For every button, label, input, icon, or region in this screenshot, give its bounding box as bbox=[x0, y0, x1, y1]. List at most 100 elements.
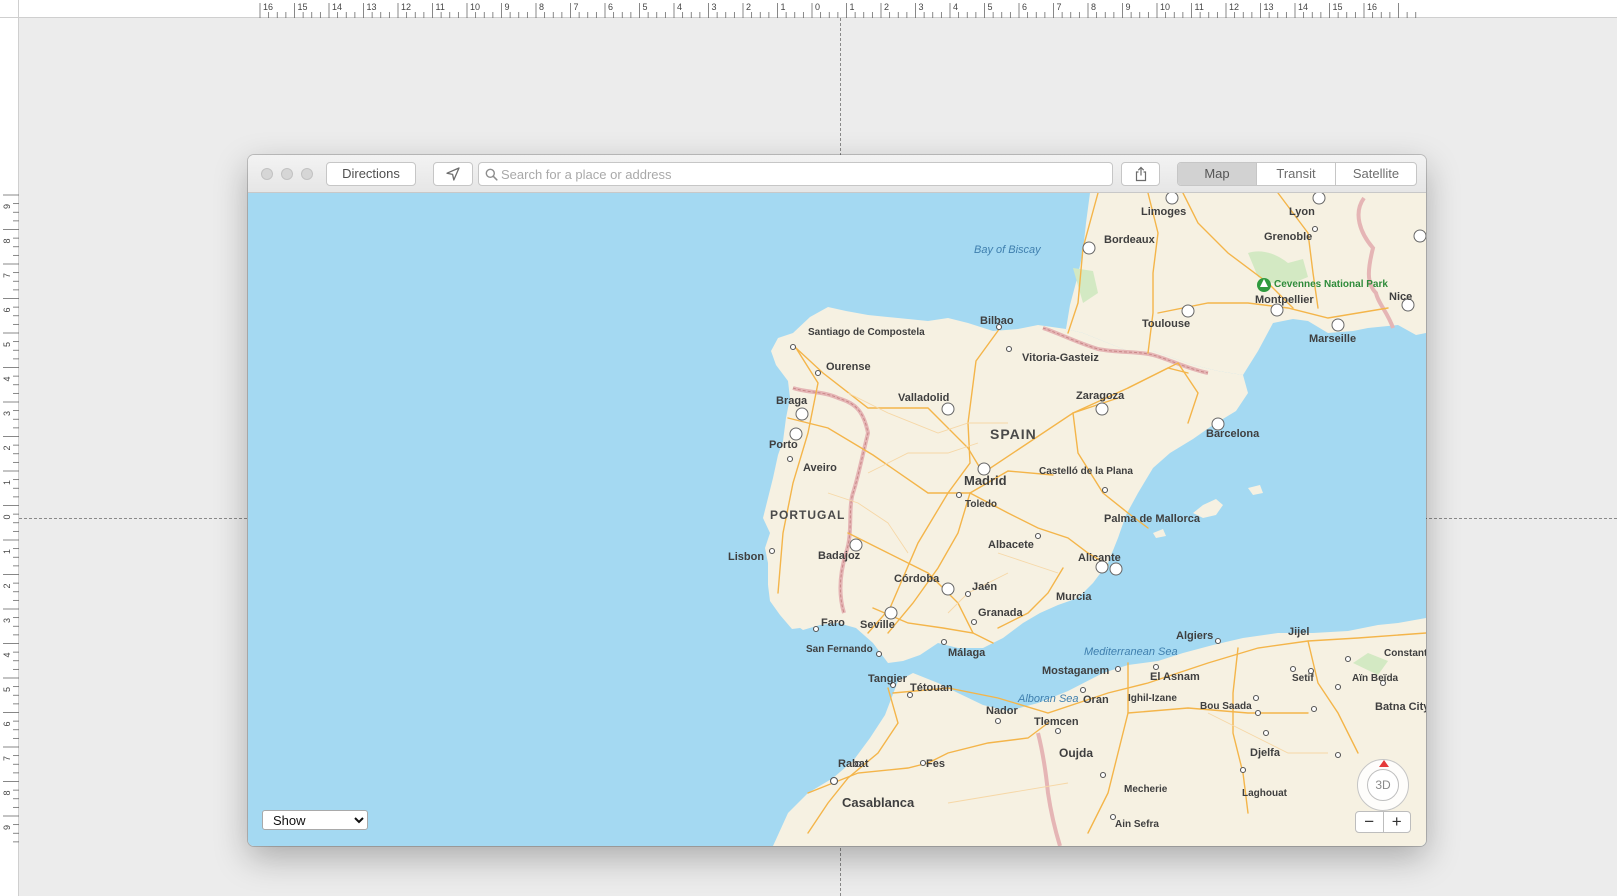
city-label: Badajoz bbox=[818, 550, 861, 562]
ruler-label: 0 bbox=[815, 2, 820, 12]
tab-transit[interactable]: Transit bbox=[1257, 163, 1336, 185]
map-canvas[interactable]: Limoges Lyon Bordeaux Grenoble Bilbao To… bbox=[248, 193, 1426, 846]
city-label: Nador bbox=[986, 705, 1019, 717]
city-label: Casablanca bbox=[842, 795, 915, 810]
ruler-label: 3 bbox=[919, 2, 924, 12]
ruler-label: 9 bbox=[2, 825, 12, 830]
city-label: Porto bbox=[769, 439, 798, 451]
water-label-mediterranean: Mediterranean Sea bbox=[1084, 646, 1178, 658]
horizontal-ruler-ticks: 16 15 14 13 12 11 10 9 8 7 6 5 4 3 2 1 0 1 2 3 4 5 6 7 8 9 10 11 12 1… bbox=[259, 2, 1417, 18]
city-label: Bou Saada bbox=[1200, 701, 1252, 712]
ruler-label: 1 bbox=[2, 480, 12, 485]
city-label: Mecherie bbox=[1124, 784, 1168, 795]
ruler-label: 2 bbox=[884, 2, 889, 12]
ruler-label: 5 bbox=[988, 2, 993, 12]
search-input[interactable] bbox=[501, 165, 1101, 183]
city-label: Montpellier bbox=[1255, 294, 1314, 306]
ruler-label: 3 bbox=[2, 618, 12, 623]
view-mode-control: Map Transit Satellite bbox=[1177, 162, 1417, 186]
city-label: Faro bbox=[821, 617, 845, 629]
ruler-label: 9 bbox=[505, 2, 510, 12]
ruler-label: 4 bbox=[2, 652, 12, 657]
search-icon bbox=[485, 168, 498, 181]
tab-satellite[interactable]: Satellite bbox=[1336, 163, 1416, 185]
ruler-label: 15 bbox=[298, 2, 308, 12]
directions-button[interactable]: Directions bbox=[326, 162, 416, 186]
city-label: Albacete bbox=[988, 539, 1034, 551]
city-label: Jaén bbox=[972, 581, 997, 593]
city-label: Rabat bbox=[838, 758, 869, 770]
search-field[interactable] bbox=[478, 162, 1113, 186]
vertical-ruler-ticks: 9 8 7 6 5 4 3 2 1 0 1 2 3 4 5 6 7 8 9 bbox=[2, 194, 19, 843]
city-label: Granada bbox=[978, 607, 1024, 619]
city-label: Lisbon bbox=[728, 551, 764, 563]
ruler-label: 5 bbox=[2, 687, 12, 692]
ruler-label: 11 bbox=[1195, 2, 1204, 12]
current-location-button[interactable] bbox=[433, 162, 473, 186]
ruler-label: 16 bbox=[263, 2, 273, 12]
close-button[interactable] bbox=[261, 168, 273, 180]
compass-control[interactable]: 3D bbox=[1357, 759, 1409, 811]
city-label: Jijel bbox=[1288, 626, 1309, 638]
ruler-label: 9 bbox=[2, 204, 12, 209]
ruler-label: 7 bbox=[2, 756, 12, 761]
ruler-label: 12 bbox=[1229, 2, 1239, 12]
ruler-label: 15 bbox=[1333, 2, 1343, 12]
city-label: Seville bbox=[860, 619, 895, 631]
city-label: Ourense bbox=[826, 361, 871, 373]
city-label: Djelfa bbox=[1250, 747, 1281, 759]
ruler-label: 2 bbox=[746, 2, 751, 12]
city-label: Oujda bbox=[1059, 746, 1093, 760]
zoom-out-button[interactable]: − bbox=[1356, 812, 1384, 832]
tab-map[interactable]: Map bbox=[1178, 163, 1257, 185]
ruler-label: 4 bbox=[677, 2, 682, 12]
city-label: Aveiro bbox=[803, 462, 837, 474]
zoom-window-button[interactable] bbox=[301, 168, 313, 180]
ruler-label: 2 bbox=[2, 445, 12, 450]
ruler-label: 5 bbox=[2, 342, 12, 347]
city-label: Ighil-Izane bbox=[1128, 693, 1177, 704]
city-label: Aïn Beïda bbox=[1352, 673, 1399, 684]
ruler-label: 10 bbox=[470, 2, 480, 12]
ruler-label: 1 bbox=[2, 549, 12, 554]
country-label-portugal: PORTUGAL bbox=[770, 508, 845, 522]
ruler-label: 6 bbox=[2, 307, 12, 312]
zoom-in-button[interactable]: + bbox=[1384, 812, 1411, 832]
ruler-label: 6 bbox=[1022, 2, 1027, 12]
zoom-control: − + bbox=[1355, 811, 1411, 833]
city-label: Constantine bbox=[1384, 648, 1426, 659]
location-arrow-icon bbox=[446, 167, 460, 181]
city-label: Setif bbox=[1292, 673, 1314, 684]
city-label: El Asnam bbox=[1150, 671, 1200, 683]
share-icon bbox=[1135, 166, 1146, 182]
ruler-label: 3 bbox=[2, 411, 12, 416]
city-label: Batna City bbox=[1375, 701, 1426, 713]
share-button[interactable] bbox=[1121, 162, 1160, 186]
ruler-label: 13 bbox=[1264, 2, 1274, 12]
city-label: Ain Sefra bbox=[1115, 819, 1159, 830]
city-label: Marseille bbox=[1309, 333, 1356, 345]
ruler-label: 9 bbox=[1126, 2, 1131, 12]
3d-toggle-button[interactable]: 3D bbox=[1367, 769, 1399, 801]
city-label: Tangier bbox=[868, 673, 908, 685]
ruler-label: 11 bbox=[436, 2, 445, 12]
city-label: Laghouat bbox=[1242, 788, 1288, 799]
city-label: Braga bbox=[776, 395, 808, 407]
park-label: Cevennes National Park bbox=[1274, 279, 1388, 290]
water-label-biscay: Bay of Biscay bbox=[974, 244, 1042, 256]
ruler-label: 5 bbox=[643, 2, 648, 12]
city-label: Tlemcen bbox=[1034, 716, 1079, 728]
ruler-label: 13 bbox=[367, 2, 377, 12]
ruler-label: 16 bbox=[1367, 2, 1377, 12]
map-graphics[interactable]: Limoges Lyon Bordeaux Grenoble Bilbao To… bbox=[248, 193, 1426, 846]
ruler-label: 14 bbox=[332, 2, 342, 12]
city-label: Bordeaux bbox=[1104, 234, 1156, 246]
city-label: Córdoba bbox=[894, 573, 940, 585]
city-label: Barcelona bbox=[1206, 428, 1260, 440]
city-label: Lyon bbox=[1289, 206, 1315, 218]
show-dropdown[interactable]: Show bbox=[262, 810, 368, 830]
tree-icon bbox=[1257, 278, 1271, 292]
city-label: Valladolid bbox=[898, 392, 949, 404]
country-label-spain: SPAIN bbox=[990, 426, 1037, 442]
minimize-button[interactable] bbox=[281, 168, 293, 180]
